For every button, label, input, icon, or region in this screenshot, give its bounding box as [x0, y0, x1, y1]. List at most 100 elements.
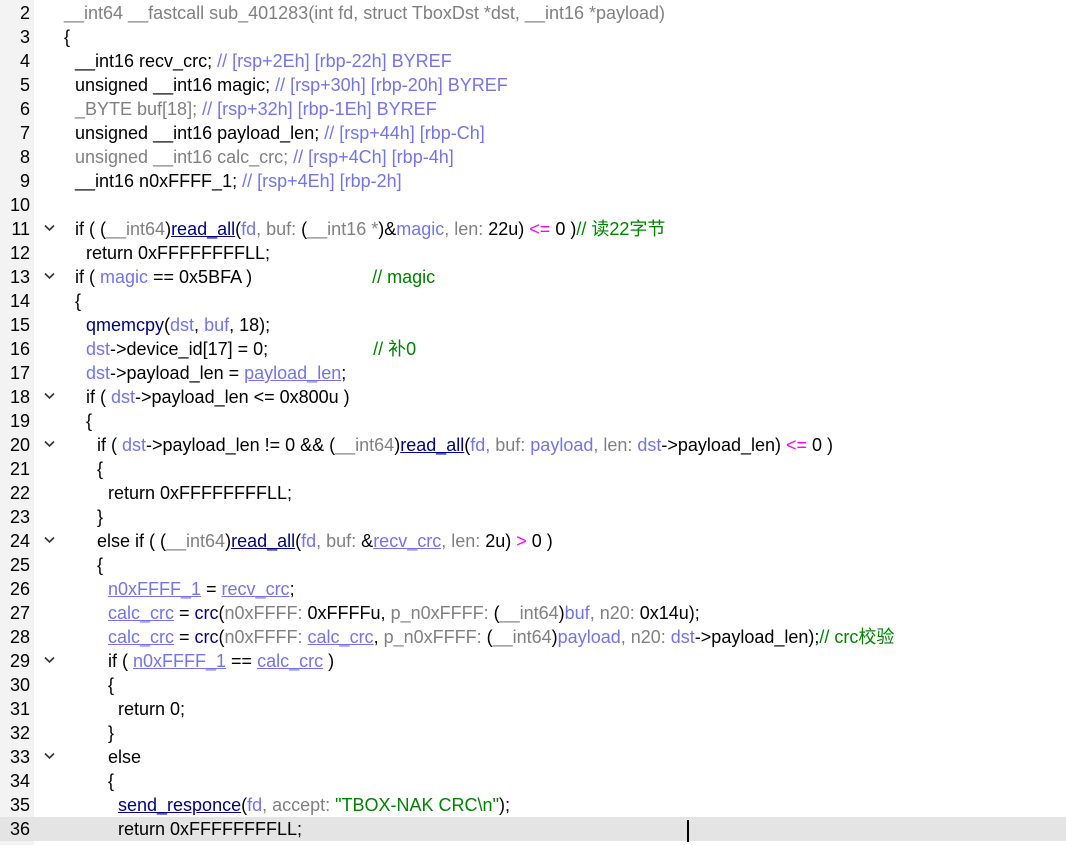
- code-line[interactable]: 8 unsigned __int16 calc_crc; // [rsp+4Ch]…: [0, 145, 1066, 169]
- code-token: {: [108, 675, 115, 695]
- code-line[interactable]: 24 else if ( (__int64)read_all(fd, buf: &…: [0, 529, 1066, 553]
- code-token: ;: [289, 579, 295, 599]
- code-line[interactable]: 33 else: [0, 745, 1066, 769]
- code-line[interactable]: 30 {: [0, 673, 1066, 697]
- code-line[interactable]: 4 __int16 recv_crc; // [rsp+2Eh] [rbp-22h…: [0, 49, 1066, 73]
- chevron-down-icon[interactable]: [44, 440, 55, 449]
- code-token: dst: [86, 363, 111, 383]
- code-line[interactable]: 9 __int16 n0xFFFF_1; // [rsp+4Eh] [rbp-2h…: [0, 169, 1066, 193]
- code-token: =: [174, 603, 195, 623]
- code-token: =: [174, 627, 195, 647]
- code-text: {: [97, 553, 103, 577]
- code-token: fd: [247, 795, 263, 815]
- code-line[interactable]: 27 calc_crc = crc(n0xFFFF: 0xFFFFu, p_n0x…: [0, 601, 1066, 625]
- code-token: if ( (: [75, 219, 106, 239]
- code-token: calc_crc: [108, 627, 175, 647]
- code-token: }: [97, 507, 104, 527]
- code-line[interactable]: 11 if ( (__int64)read_all(fd, buf: (__int…: [0, 217, 1066, 241]
- code-token: , buf:: [316, 531, 362, 551]
- code-line[interactable]: 29 if ( n0xFFFF_1 == calc_crc ): [0, 649, 1066, 673]
- code-token: ==: [226, 651, 258, 671]
- line-number: 31: [9, 699, 30, 719]
- code-line[interactable]: 21 {: [0, 457, 1066, 481]
- code-text: n0xFFFF_1 = recv_crc;: [108, 577, 295, 601]
- code-text: calc_crc = crc(n0xFFFF: calc_crc, p_n0xF…: [108, 625, 894, 649]
- code-line[interactable]: 35 send_responce(fd, accept: "TBOX-NAK CR…: [0, 793, 1066, 817]
- code-line[interactable]: 6 _BYTE buf[18]; // [rsp+32h] [rbp-1Eh] B…: [0, 97, 1066, 121]
- code-token: __int16 n0xFFFF_1;: [75, 171, 243, 191]
- chevron-down-icon[interactable]: [44, 656, 55, 665]
- code-line[interactable]: 25 {: [0, 553, 1066, 577]
- code-line[interactable]: 13 if ( magic == 0x5BFA ) // magic: [0, 265, 1066, 289]
- code-token: dst: [170, 315, 195, 335]
- code-token: crc: [194, 627, 219, 647]
- code-editor[interactable]: 2 __int64 __fastcall sub_401283(int fd, s…: [0, 0, 1066, 845]
- code-token: dst: [670, 627, 695, 647]
- code-token: ->payload_len);: [694, 627, 820, 647]
- code-token: return 0xFFFFFFFFLL;: [118, 819, 303, 839]
- chevron-down-icon[interactable]: [44, 536, 55, 545]
- code-line[interactable]: 15 qmemcpy(dst, buf, 18);: [0, 313, 1066, 337]
- code-token: {: [108, 771, 115, 791]
- code-token: payload_len: [244, 363, 342, 383]
- code-text: _BYTE buf[18]; // [rsp+32h] [rbp-1Eh] BY…: [75, 97, 437, 121]
- code-line[interactable]: 12 return 0xFFFFFFFFLL;: [0, 241, 1066, 265]
- code-token: // crc校验: [819, 627, 895, 647]
- code-line[interactable]: 19 {: [0, 409, 1066, 433]
- line-number: 7: [19, 123, 30, 143]
- code-line[interactable]: 14 {: [0, 289, 1066, 313]
- code-token: // [rsp+2Eh] [rbp-22h] BYREF: [217, 51, 452, 71]
- code-line[interactable]: 20 if ( dst->payload_len != 0 && (__int64…: [0, 433, 1066, 457]
- chevron-down-icon[interactable]: [44, 752, 55, 761]
- code-token: // [rsp+30h] [rbp-20h] BYREF: [275, 75, 508, 95]
- code-token: unsigned __int16 calc_crc;: [75, 147, 294, 167]
- code-line[interactable]: 18 if ( dst->payload_len <= 0x800u ): [0, 385, 1066, 409]
- code-token: return 0xFFFFFFFFLL;: [108, 483, 293, 503]
- line-number: 19: [9, 411, 30, 431]
- code-line[interactable]: 10: [0, 193, 1066, 217]
- code-line[interactable]: 2 __int64 __fastcall sub_401283(int fd, s…: [0, 1, 1066, 25]
- code-line[interactable]: 7 unsigned __int16 payload_len; // [rsp+4…: [0, 121, 1066, 145]
- code-line[interactable]: 23}: [0, 505, 1066, 529]
- code-line[interactable]: 17 dst->payload_len = payload_len;: [0, 361, 1066, 385]
- code-line[interactable]: 36 return 0xFFFFFFFFLL;: [0, 817, 1066, 841]
- code-text: return 0xFFFFFFFFLL;: [118, 817, 302, 841]
- code-token: return 0;: [118, 699, 186, 719]
- line-number: 24: [9, 531, 30, 551]
- chevron-down-icon[interactable]: [44, 392, 55, 401]
- code-text: __int64 __fastcall sub_401283(int fd, st…: [64, 1, 665, 25]
- code-line[interactable]: 31 return 0;: [0, 697, 1066, 721]
- code-token: {: [86, 411, 93, 431]
- code-line[interactable]: 22 return 0xFFFFFFFFLL;: [0, 481, 1066, 505]
- code-token: , len:: [593, 435, 638, 455]
- code-token: _BYTE buf[18];: [75, 99, 203, 119]
- code-line[interactable]: 16 dst->device_id[17] = 0; // 补0: [0, 337, 1066, 361]
- code-token: payload: [557, 627, 621, 647]
- line-number: 21: [9, 459, 30, 479]
- code-token: buf: [204, 315, 230, 335]
- code-text: {: [75, 289, 81, 313]
- text-caret: [687, 820, 689, 842]
- code-text: unsigned __int16 calc_crc; // [rsp+4Ch] …: [75, 145, 454, 169]
- line-number: 18: [9, 387, 30, 407]
- code-token: qmemcpy: [86, 315, 165, 335]
- code-text: {: [86, 409, 92, 433]
- code-line[interactable]: 5 unsigned __int16 magic; // [rsp+30h] [r…: [0, 73, 1066, 97]
- code-line[interactable]: 26 n0xFFFF_1 = recv_crc;: [0, 577, 1066, 601]
- code-token: return 0xFFFFFFFFLL;: [86, 243, 271, 263]
- code-line[interactable]: 28 calc_crc = crc(n0xFFFF: calc_crc, p_n0…: [0, 625, 1066, 649]
- chevron-down-icon[interactable]: [44, 224, 55, 233]
- code-line[interactable]: 3{: [0, 25, 1066, 49]
- code-token: ->payload_len): [661, 435, 786, 455]
- code-token: >: [516, 531, 527, 551]
- chevron-down-icon[interactable]: [44, 272, 55, 281]
- code-token: ->device_id[17] = 0;: [110, 339, 374, 359]
- code-token: ;: [341, 363, 347, 383]
- code-line[interactable]: 34 {: [0, 769, 1066, 793]
- code-token: else if ( (: [97, 531, 167, 551]
- code-line[interactable]: 32}: [0, 721, 1066, 745]
- code-token: 22u): [488, 219, 530, 239]
- code-token: {: [97, 555, 104, 575]
- code-text: {: [64, 25, 70, 49]
- code-token: p_n0xFFFF:: [383, 627, 487, 647]
